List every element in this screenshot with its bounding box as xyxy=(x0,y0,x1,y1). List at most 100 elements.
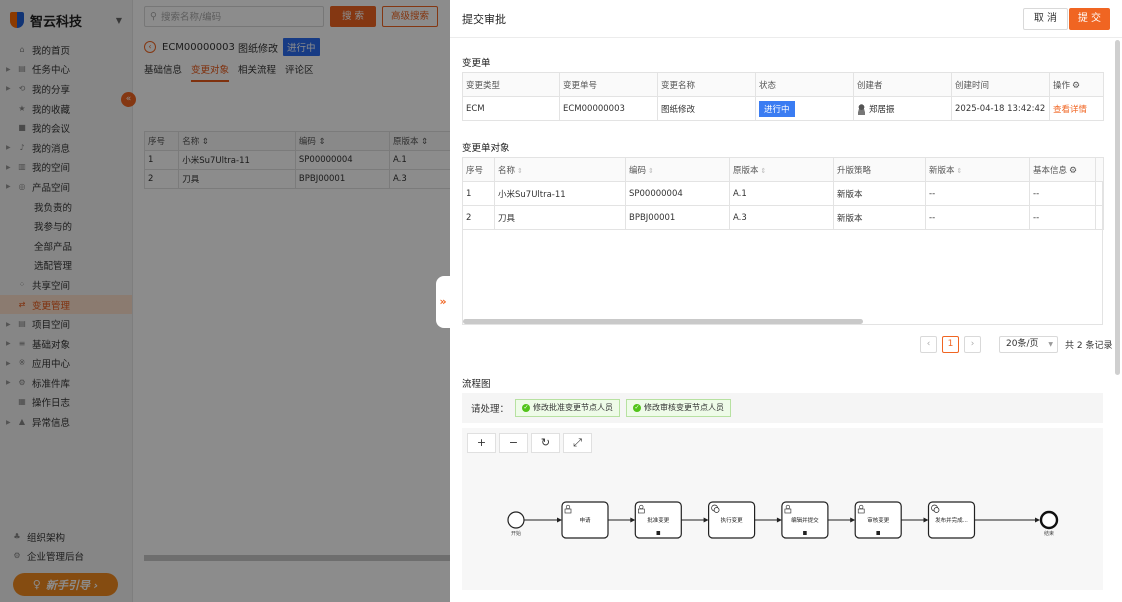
end-event[interactable] xyxy=(1039,510,1059,530)
flow-node-label: 批准变更 xyxy=(647,516,670,524)
pending-task-tag[interactable]: ✓ 修改审核变更节点人员 xyxy=(626,399,732,417)
objects-section-title: 变更单对象 xyxy=(462,143,510,154)
table-cell: -- xyxy=(925,181,1030,206)
submit-approval-drawer: 提交审批 取 消 提 交 变更单 变更类型 变更单号 变更名称 状态 创建者 创建时间 操作… xyxy=(450,0,1122,602)
zoom-in-button[interactable]: + xyxy=(467,433,496,453)
cell-code: ECM00000003 xyxy=(559,96,658,121)
table-cell: 小米Su7Ultra-11 xyxy=(494,181,626,206)
horizontal-scrollbar[interactable] xyxy=(463,319,863,324)
pending-task-label: 修改批准变更节点人员 xyxy=(533,403,614,412)
drawer-toggle-icon[interactable]: » xyxy=(436,276,450,328)
table-cell: 1 xyxy=(462,181,495,206)
column-header: 编码 ⇕ xyxy=(625,157,730,182)
arrow-head-icon xyxy=(1035,517,1040,523)
check-circle-icon: ✓ xyxy=(633,404,642,412)
table-row: ECM ECM00000003 图纸修改 进行中 郑居振 2025-04-18 … xyxy=(462,96,1104,121)
change-table: 变更类型 变更单号 变更名称 状态 创建者 创建时间 操作 ⚙ ECM ECM00000003… xyxy=(462,72,1104,121)
change-section-title: 变更单 xyxy=(462,58,491,69)
page-size-value: 20条/页 xyxy=(1006,338,1039,349)
column-header: 操作 ⚙ xyxy=(1049,72,1104,97)
table-cell: A.1 xyxy=(729,181,834,206)
objects-table-wrapper: 序号 名称 ⇕ 编码 ⇕ 原版本 ⇕ 升版策略 新版本 ⇕ 基本信息 ⚙ 1 小米Su7Ultra-11… xyxy=(462,157,1104,325)
pagination: ‹ 1 › 20条/页 ▼ 共 2 条记录 xyxy=(920,335,1112,353)
start-event[interactable] xyxy=(507,511,525,529)
table-cell: 刀具 xyxy=(494,205,626,230)
column-header-label: 原版本 xyxy=(733,165,759,176)
table-cell: 2 xyxy=(462,205,495,230)
pending-task-label: 修改审核变更节点人员 xyxy=(644,403,725,412)
column-header: 创建者 xyxy=(853,72,952,97)
table-row: 1 小米Su7Ultra-11 SP00000004 A.1 新版本 -- -- xyxy=(462,181,1104,206)
column-header-label: 序号 xyxy=(466,165,484,176)
multi-instance-icon xyxy=(803,531,807,535)
column-header-label: 变更单号 xyxy=(563,80,598,91)
objects-table: 序号 名称 ⇕ 编码 ⇕ 原版本 ⇕ 升版策略 新版本 ⇕ 基本信息 ⚙ 1 小米Su7Ultra-11… xyxy=(462,157,1104,230)
column-header: 新版本 ⇕ xyxy=(925,157,1030,182)
table-cell: -- xyxy=(1029,181,1096,206)
end-label: 结束 xyxy=(1044,530,1054,537)
flow-canvas[interactable]: 开始 申请 批准变更 执行变更 编辑并提交 审核变更 发布并完成... 结束 + − ↻ ⤢ xyxy=(462,428,1103,590)
page-size-select[interactable]: 20条/页 ▼ xyxy=(999,335,1058,353)
pending-task-tag[interactable]: ✓ 修改批准变更节点人员 xyxy=(515,399,621,417)
check-circle-icon: ✓ xyxy=(522,404,531,412)
gear-icon[interactable]: ⚙ xyxy=(1072,81,1080,91)
column-header: 基本信息 ⚙ xyxy=(1029,157,1096,182)
cancel-button[interactable]: 取 消 xyxy=(1022,8,1068,30)
column-header-label: 编码 xyxy=(629,165,647,176)
column-header: 创建时间 xyxy=(951,72,1050,97)
column-header-label: 操作 xyxy=(1053,80,1071,91)
table-cell: SP00000004 xyxy=(625,181,730,206)
arrow-head-icon xyxy=(850,517,856,523)
avatar-icon xyxy=(857,103,866,115)
next-page-button[interactable]: › xyxy=(964,335,981,353)
service-task-gear-icon xyxy=(933,507,940,513)
sort-icon[interactable]: ⇕ xyxy=(517,167,523,175)
column-header-label: 变更名称 xyxy=(661,80,696,91)
table-cell xyxy=(1095,181,1104,206)
arrow-head-icon xyxy=(923,517,929,523)
view-detail-link[interactable]: 查看详情 xyxy=(1053,105,1087,115)
reset-button[interactable]: ↻ xyxy=(531,433,560,453)
sort-icon[interactable]: ⇕ xyxy=(957,167,963,175)
total-records: 共 2 条记录 xyxy=(1065,340,1113,351)
prev-page-button[interactable]: ‹ xyxy=(920,335,937,353)
column-header: 变更类型 xyxy=(462,72,560,97)
start-label: 开始 xyxy=(511,530,521,537)
arrow-head-icon xyxy=(776,517,782,523)
sort-icon[interactable]: ⇕ xyxy=(761,167,767,175)
table-row: 2 刀具 BPBJ00001 A.3 新版本 -- -- xyxy=(462,205,1104,230)
table-cell: -- xyxy=(925,205,1030,230)
column-header-label: 基本信息 xyxy=(1033,165,1068,176)
cell-type: ECM xyxy=(462,96,560,121)
gear-icon[interactable]: ⚙ xyxy=(1069,166,1077,176)
table-header: 变更类型 变更单号 变更名称 状态 创建者 创建时间 操作 ⚙ xyxy=(462,72,1104,97)
page-1-button[interactable]: 1 xyxy=(942,335,959,353)
arrow-head-icon xyxy=(703,517,709,523)
cell-status: 进行中 xyxy=(755,96,854,121)
flow-node-label: 编辑并提交 xyxy=(791,516,819,524)
column-header-label: 变更类型 xyxy=(466,80,501,91)
table-cell: A.3 xyxy=(729,205,834,230)
multi-instance-icon xyxy=(656,531,661,535)
flow-node-label: 申请 xyxy=(579,516,591,524)
zoom-out-button[interactable]: − xyxy=(499,433,528,453)
column-header-label: 状态 xyxy=(759,80,777,91)
column-header: 名称 ⇕ xyxy=(494,157,626,182)
status-badge: 进行中 xyxy=(759,100,795,117)
column-header-label: 创建时间 xyxy=(955,80,990,91)
modal-mask[interactable] xyxy=(0,0,450,602)
submit-button[interactable]: 提 交 xyxy=(1068,8,1110,30)
arrow-head-icon xyxy=(630,517,636,523)
column-header: 原版本 ⇕ xyxy=(729,157,834,182)
drawer-title: 提交审批 xyxy=(462,12,506,26)
cell-name: 图纸修改 xyxy=(657,96,756,121)
service-task-gear-icon xyxy=(713,507,720,513)
cell-created: 2025-04-18 13:42:42 xyxy=(951,96,1050,121)
fit-button[interactable]: ⤢ xyxy=(563,433,592,453)
creator-name: 郑居振 xyxy=(869,104,895,115)
vertical-scrollbar[interactable] xyxy=(1115,40,1120,375)
column-header xyxy=(1095,157,1104,182)
flow-node-label: 发布并完成... xyxy=(935,516,968,524)
sort-icon[interactable]: ⇕ xyxy=(648,167,654,175)
drawer-header: 提交审批 xyxy=(450,0,1122,38)
